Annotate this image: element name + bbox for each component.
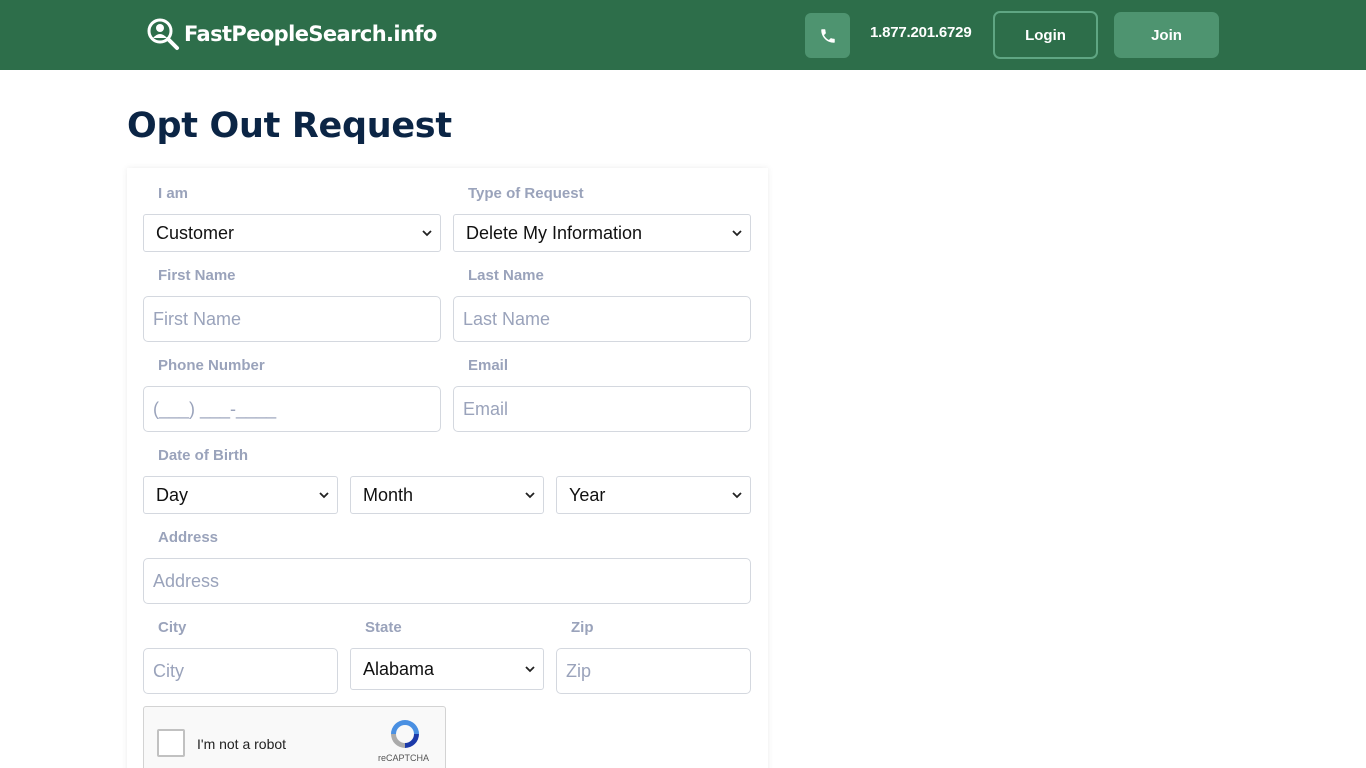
chevron-down-icon [319, 492, 329, 499]
chevron-down-icon [732, 492, 742, 499]
chevron-down-icon [422, 230, 432, 237]
i-am-select[interactable]: Customer [143, 214, 441, 252]
dob-month-select[interactable]: Month [350, 476, 544, 514]
phone-input[interactable]: (___) ___-____ [143, 386, 441, 432]
state-value: Alabama [363, 658, 435, 679]
state-select[interactable]: Alabama [350, 648, 544, 690]
recaptcha-brand: reCAPTCHA [378, 753, 430, 763]
dob-day-value: Day [156, 484, 189, 505]
dob-day-select[interactable]: Day [143, 476, 338, 514]
address-input[interactable]: Address [143, 558, 751, 604]
address-label: Address [158, 529, 219, 546]
first-name-label: First Name [158, 267, 236, 284]
chevron-down-icon [732, 230, 742, 237]
login-button[interactable]: Login [993, 11, 1098, 59]
zip-label: Zip [571, 619, 594, 636]
dob-label: Date of Birth [158, 447, 248, 464]
first-name-input[interactable]: First Name [143, 296, 441, 342]
dob-year-select[interactable]: Year [556, 476, 751, 514]
recaptcha-label: I'm not a robot [197, 736, 287, 752]
logo-text: FastPeopleSearch.info [184, 22, 437, 46]
phone-number-link[interactable]: 1.877.201.6729 [870, 24, 972, 41]
phone-button[interactable] [805, 13, 850, 58]
phone-label: Phone Number [158, 357, 265, 374]
zip-input[interactable]: Zip [556, 648, 751, 694]
request-type-select[interactable]: Delete My Information [453, 214, 751, 252]
last-name-input[interactable]: Last Name [453, 296, 751, 342]
site-header: FastPeopleSearch.info 1.877.201.6729 Log… [0, 0, 1366, 70]
request-type-label: Type of Request [468, 185, 584, 202]
i-am-value: Customer [156, 222, 235, 243]
i-am-label: I am [158, 185, 189, 202]
city-label: City [158, 619, 187, 636]
recaptcha-checkbox[interactable] [157, 729, 185, 757]
chevron-down-icon [525, 492, 535, 499]
request-type-value: Delete My Information [466, 222, 643, 243]
recaptcha-widget: I'm not a robot reCAPTCHA [143, 706, 446, 768]
page-title: Opt Out Request [127, 106, 452, 146]
phone-icon [820, 28, 835, 43]
recaptcha-icon [391, 720, 419, 748]
dob-month-value: Month [363, 484, 414, 505]
person-search-icon [147, 18, 179, 50]
site-logo[interactable]: FastPeopleSearch.info [146, 17, 437, 51]
join-button[interactable]: Join [1114, 12, 1219, 58]
email-input[interactable]: Email [453, 386, 751, 432]
email-label: Email [468, 357, 509, 374]
last-name-label: Last Name [468, 267, 544, 284]
dob-year-value: Year [569, 484, 606, 505]
state-label: State [365, 619, 402, 636]
city-input[interactable]: City [143, 648, 338, 694]
chevron-down-icon [525, 666, 535, 673]
